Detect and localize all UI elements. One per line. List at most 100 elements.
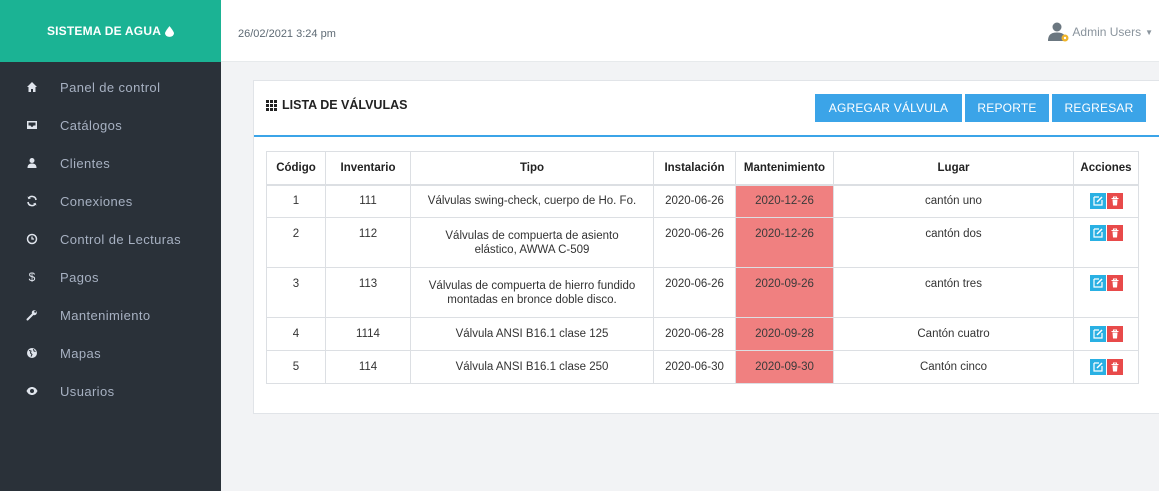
cell-instalacion: 2020-06-28 [653,317,736,351]
table-row: 1 111 Válvulas swing-check, cuerpo de Ho… [266,184,1139,218]
user-icon [25,156,39,170]
sidebar-nav: Panel de control Catálogos Clientes Cone… [0,62,221,410]
cell-tipo: Válvulas swing-check, cuerpo de Ho. Fo. [410,184,654,218]
delete-icon[interactable] [1106,359,1123,375]
cell-mantenimiento: 2020-12-26 [735,184,834,218]
edit-icon[interactable] [1089,326,1106,342]
report-button[interactable]: REPORTE [965,94,1049,122]
sidebar-item-label: Panel de control [60,79,161,95]
delete-icon[interactable] [1106,225,1123,241]
sidebar-item-usuarios[interactable]: Usuarios [0,372,221,410]
delete-icon[interactable] [1106,193,1123,210]
valves-panel: LISTA DE VÁLVULAS AGREGAR VÁLVULA REPORT… [253,80,1159,414]
cell-tipo: Válvulas de compuerta de hierro fundido … [410,267,654,318]
valves-table: Código Inventario Tipo Instalación Mante… [266,151,1139,384]
panel-header: LISTA DE VÁLVULAS AGREGAR VÁLVULA REPORT… [254,81,1159,137]
refresh-icon [25,194,39,208]
cell-tipo: Válvula ANSI B16.1 clase 125 [410,317,654,351]
caret-down-icon: ▼ [1145,27,1153,37]
cell-instalacion: 2020-06-26 [653,217,736,268]
sidebar-item-control-de-lecturas[interactable]: Control de Lecturas [0,220,221,258]
cell-codigo: 1 [266,184,326,218]
cell-inventario: 113 [325,267,411,318]
home-icon [25,80,39,94]
cell-codigo: 2 [266,217,326,268]
cell-inventario: 1114 [325,317,411,351]
cell-acciones [1073,184,1139,218]
user-name: Admin Users [1072,25,1142,39]
column-header-codigo[interactable]: Código [266,151,326,186]
sidebar-item-label: Usuarios [60,383,115,399]
add-valve-button[interactable]: AGREGAR VÁLVULA [815,94,962,122]
column-header-inventario[interactable]: Inventario [325,151,411,186]
cell-instalacion: 2020-06-26 [653,184,736,218]
cell-codigo: 3 [266,267,326,318]
cell-inventario: 112 [325,217,411,268]
cell-tipo: Válvula ANSI B16.1 clase 250 [410,350,654,384]
sidebar-item-conexiones[interactable]: Conexiones [0,182,221,220]
column-header-lugar[interactable]: Lugar [833,151,1074,186]
back-button[interactable]: REGRESAR [1052,94,1146,122]
sidebar-item-label: Mantenimiento [60,307,151,323]
edit-icon[interactable] [1089,359,1106,375]
table-row: 2 112 Válvulas de compuerta de asiento e… [266,217,1139,268]
cell-lugar: cantón tres [833,267,1074,318]
cell-lugar: Cantón cinco [833,350,1074,384]
cell-tipo: Válvulas de compuerta de asiento elástic… [410,217,654,268]
cell-lugar: cantón dos [833,217,1074,268]
user-menu[interactable]: Admin Users ▼ [1048,22,1153,42]
sidebar-item-label: Control de Lecturas [60,231,182,247]
cell-lugar: cantón uno [833,184,1074,218]
sidebar-item-panel-de-control[interactable]: Panel de control [0,68,221,106]
column-header-acciones: Acciones [1073,151,1139,186]
dollar-icon: $ [28,270,36,284]
page-title-text: LISTA DE VÁLVULAS [282,98,408,112]
sidebar-item-label: Catálogos [60,117,123,133]
column-header-tipo[interactable]: Tipo [410,151,654,186]
sidebar-item-label: Pagos [60,269,99,285]
column-header-mantenimiento[interactable]: Mantenimiento [735,151,834,186]
cell-acciones [1073,317,1139,351]
cell-instalacion: 2020-06-26 [653,267,736,318]
sidebar-item-mapas[interactable]: Mapas [0,334,221,372]
grid-icon [266,99,277,111]
edit-icon[interactable] [1089,193,1106,210]
table-header-row: Código Inventario Tipo Instalación Mante… [266,151,1139,186]
table-row: 5 114 Válvula ANSI B16.1 clase 250 2020-… [266,350,1139,384]
cell-mantenimiento: 2020-09-30 [735,350,834,384]
sidebar-item-mantenimiento[interactable]: Mantenimiento [0,296,221,334]
sidebar-item-label: Conexiones [60,193,133,209]
cell-inventario: 114 [325,350,411,384]
cell-acciones [1073,350,1139,384]
inbox-icon [25,118,39,132]
cell-mantenimiento: 2020-09-28 [735,317,834,351]
cell-lugar: Cantón cuatro [833,317,1074,351]
sidebar: SISTEMA DE AGUA Panel de control Catálog… [0,0,221,491]
clock-icon [25,232,39,246]
cell-instalacion: 2020-06-30 [653,350,736,384]
page-title: LISTA DE VÁLVULAS [266,98,407,112]
edit-icon[interactable] [1089,275,1106,291]
delete-icon[interactable] [1106,326,1123,342]
sidebar-item-label: Clientes [60,155,111,171]
user-avatar-icon [1048,22,1069,42]
wrench-icon [25,308,39,322]
cell-inventario: 111 [325,184,411,218]
sidebar-item-pagos[interactable]: $ Pagos [0,258,221,296]
edit-icon[interactable] [1089,225,1106,241]
cell-mantenimiento: 2020-09-26 [735,267,834,318]
table-row: 3 113 Válvulas de compuerta de hierro fu… [266,267,1139,318]
delete-icon[interactable] [1106,275,1123,291]
cell-acciones [1073,267,1139,318]
globe-icon [25,346,39,360]
cell-codigo: 5 [266,350,326,384]
column-header-instalacion[interactable]: Instalación [653,151,736,186]
brand-title: SISTEMA DE AGUA [46,24,162,38]
current-datetime: 26/02/2021 3:24 pm [238,28,336,40]
water-drop-icon [165,25,175,37]
brand-header[interactable]: SISTEMA DE AGUA [0,0,221,62]
cell-acciones [1073,217,1139,268]
sidebar-item-catalogos[interactable]: Catálogos [0,106,221,144]
table-row: 4 1114 Válvula ANSI B16.1 clase 125 2020… [266,317,1139,351]
sidebar-item-clientes[interactable]: Clientes [0,144,221,182]
